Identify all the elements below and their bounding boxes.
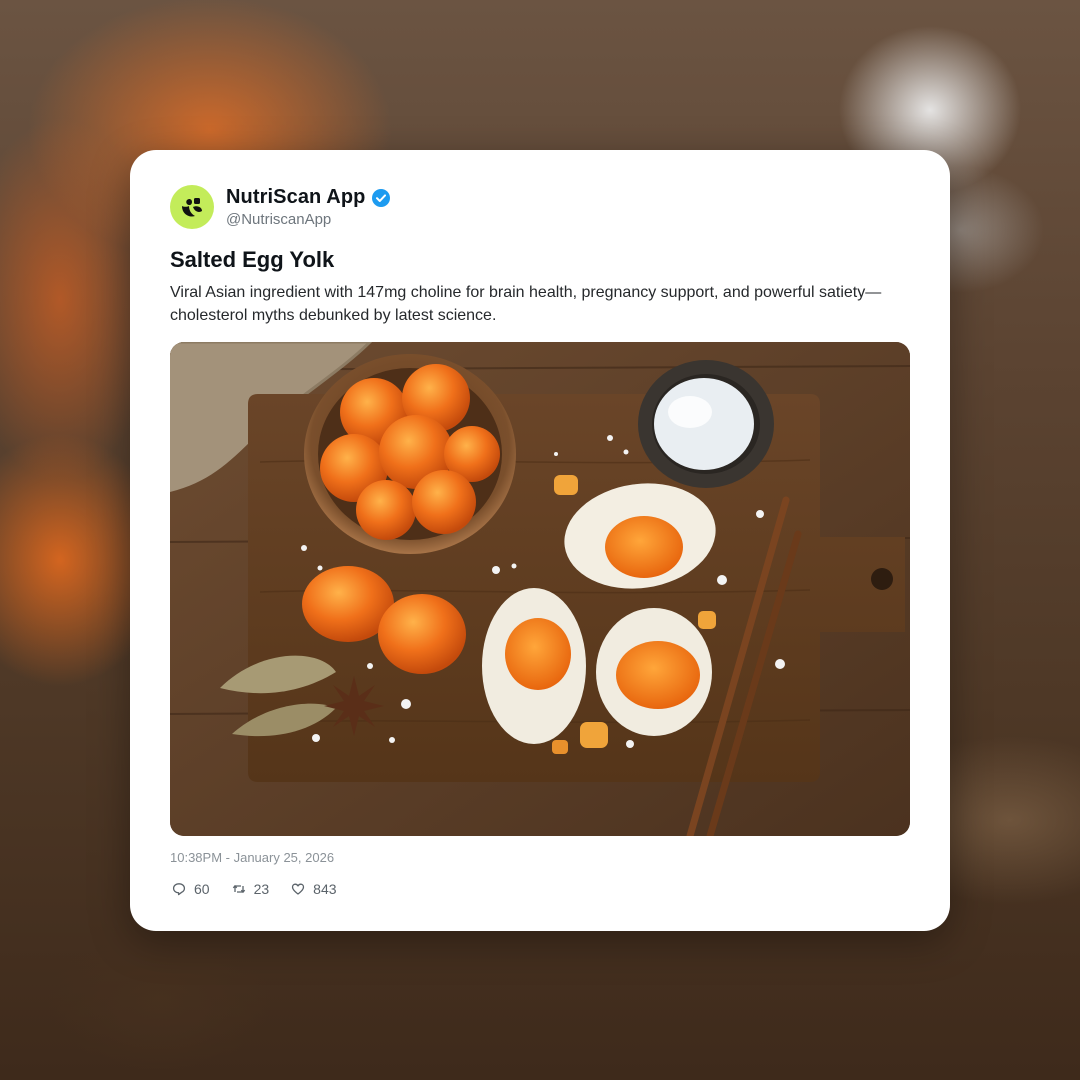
heart-icon	[292, 883, 305, 895]
post-header: NutriScan App @NutriscanApp	[170, 185, 670, 229]
reply-icon	[172, 883, 186, 896]
repost-icon	[232, 885, 245, 893]
author-handle[interactable]: @NutriscanApp	[226, 211, 331, 228]
like-button[interactable]: 843	[291, 881, 337, 897]
repost-count: 23	[253, 881, 270, 897]
reply-button[interactable]: 60	[172, 881, 210, 897]
verified-badge-icon	[371, 188, 391, 208]
reply-count: 60	[194, 881, 210, 897]
repost-button[interactable]: 23	[232, 881, 270, 897]
like-count: 843	[313, 881, 337, 897]
engagement-bar: 60 23 843	[172, 881, 359, 897]
avatar[interactable]	[170, 185, 214, 229]
post-image[interactable]	[170, 342, 910, 836]
author-name-row: NutriScan App	[226, 186, 391, 209]
post-description: Viral Asian ingredient with 147mg cholin…	[170, 284, 882, 324]
author-name[interactable]: NutriScan App	[226, 186, 365, 209]
post-timestamp: 10:38PM - January 25, 2026	[170, 850, 335, 865]
nutriscan-logo-icon	[182, 198, 202, 217]
post-card: NutriScan App @NutriscanApp Salted Egg Y…	[130, 150, 950, 931]
post-title: Salted Egg Yolk	[170, 247, 335, 272]
